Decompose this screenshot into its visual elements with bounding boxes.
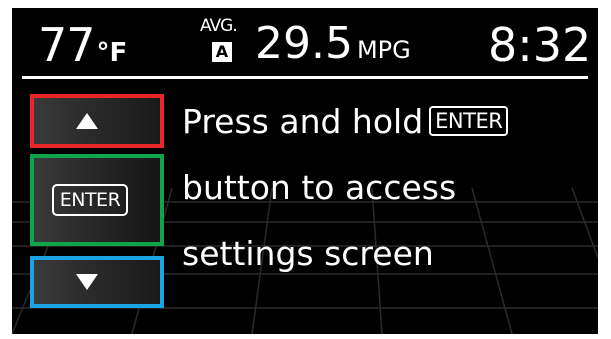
outside-temperature: 77°F bbox=[38, 18, 127, 72]
up-arrow-icon bbox=[76, 113, 98, 129]
fuel-economy-value: 29.5 bbox=[255, 18, 353, 69]
message-enter-badge: ENTER bbox=[429, 106, 509, 136]
avg-indicator: AVG. A bbox=[200, 16, 250, 72]
avg-label: AVG. bbox=[200, 16, 238, 36]
down-button[interactable] bbox=[30, 256, 164, 308]
fuel-economy: 29.5 MPG bbox=[255, 18, 411, 69]
message-line-1: Press and hold ENTER bbox=[182, 102, 509, 141]
header-divider bbox=[22, 76, 588, 79]
instrument-display: 77°F AVG. A 29.5 MPG 8:32 ENTER Press and… bbox=[12, 8, 598, 334]
enter-button[interactable]: ENTER bbox=[30, 154, 164, 246]
message-line-1-text: Press and hold bbox=[182, 102, 424, 141]
temperature-value: 77 bbox=[38, 18, 96, 72]
fuel-economy-unit: MPG bbox=[356, 36, 411, 64]
message-line-2: button to access bbox=[182, 168, 457, 207]
clock: 8:32 bbox=[488, 18, 592, 72]
enter-button-label: ENTER bbox=[51, 184, 129, 216]
up-button[interactable] bbox=[30, 94, 164, 148]
message-line-3: settings screen bbox=[182, 234, 434, 273]
temperature-unit: °F bbox=[96, 38, 128, 68]
down-arrow-icon bbox=[76, 274, 98, 290]
trip-badge: A bbox=[212, 42, 232, 62]
